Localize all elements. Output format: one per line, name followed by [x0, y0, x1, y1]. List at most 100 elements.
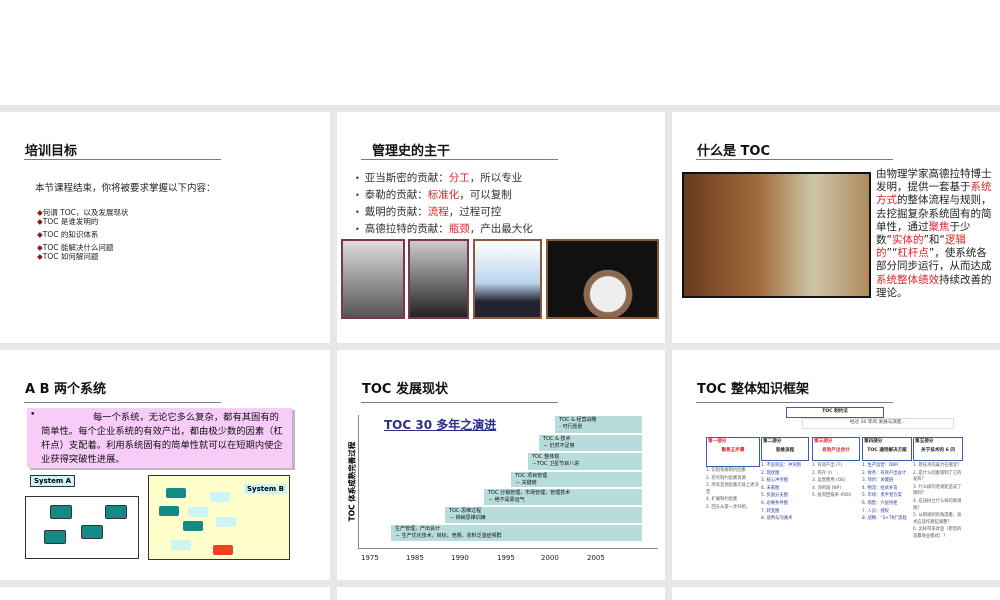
evolution-step: 生产管理，产出会计－ 生产优化技术，目标，竞赛，资料泛滥症候群 [390, 524, 643, 542]
title-divider [361, 402, 558, 403]
part-number: 第一部分 [708, 439, 727, 444]
year-tick-label: 1985 [406, 554, 424, 562]
objective-text: TOC 的知识体系 [42, 230, 99, 239]
photo-deming [473, 239, 542, 319]
part-item: 2. 现状图 [761, 470, 780, 476]
part-item: 2. 挖尽制约因素资源 [706, 475, 746, 481]
title-divider [24, 402, 221, 403]
objective-item: ◆TOC 能解决什么问题 [37, 243, 128, 252]
part-item: 4. 净利润 (NP) [812, 485, 841, 491]
part-item: 5. 从新规则的角度看，技术应该作哪些调整？ [913, 513, 962, 525]
part-item: 6. 销售：六层抗拒 [862, 500, 898, 506]
slide-title: 什么是 TOC [697, 144, 770, 159]
part-number: 第四部分 [864, 439, 883, 444]
part-item: 4. 应该树立什么样的新规则？ [913, 498, 962, 511]
contributor-text: 亚当斯密的贡献： [364, 172, 449, 184]
contribution-highlight: 标准化 [427, 189, 460, 201]
part-item: 5. 负面分支图 [761, 493, 788, 499]
framework-part-header: 第二部分 思维流程 [761, 437, 809, 461]
step-detail: － 钟納思維训練 [449, 515, 486, 521]
part-item: 6. 怎样带来改变（新型的双赢商业模式）? [913, 527, 962, 539]
part-item: 7. 人员：授权 [862, 508, 889, 514]
photo-taylor [408, 239, 469, 319]
bullet-icon: • [355, 191, 360, 200]
evolution-step: TOC & 经营战略 - 可行愿景 [554, 415, 643, 434]
slide-title: 培训目标 [25, 144, 78, 159]
contributor-text: 高德拉特的贡献： [364, 223, 449, 235]
objective-list: ◆何谓 TOC，以及发展现状 ◆TOC 是谁发明的 ◆TOC 的知识体系 ◆TOC 能… [37, 208, 128, 261]
contribution-highlight: 分工 [448, 172, 470, 184]
history-list: • 亚当斯密的贡献：分工，所以专业 • 泰勒的贡献：标准化，可以复制 • 戴明的贡献：流程… [355, 170, 533, 238]
part-item: 3. 项目：关键链 [862, 478, 894, 484]
evolution-step: TOC 项目管理－ 关键链 [510, 471, 643, 488]
history-item: • 泰勒的贡献：标准化，可以复制 [355, 187, 533, 204]
title-divider [696, 402, 893, 403]
part-item: 8. 谈判与沟通术 [761, 516, 793, 522]
x-axis [358, 548, 658, 549]
step-title: TOC 分销管理，市场管理，管理技术 [488, 490, 571, 496]
photo-adam-smith [341, 239, 405, 319]
intro-text: 本节课程结束，你将被要求掌握以下内容： [35, 183, 216, 194]
year-tick-label: 1990 [451, 554, 469, 562]
framework-part-header: 第三部分 有效产出会计 [812, 437, 860, 461]
contribution-highlight: 流程 [427, 206, 449, 218]
highlight-text: 聚焦 [928, 220, 950, 233]
part-item: 4. 物流：拉式补货 [862, 485, 898, 491]
bullet-icon: • [355, 208, 360, 217]
slide-thumbnail-8-partial[interactable] [337, 587, 665, 600]
part-number: 第三部分 [814, 439, 833, 444]
top-blank-area [0, 0, 1000, 105]
title-divider [361, 159, 558, 160]
part-item: 2. 库存 (I) [812, 470, 833, 476]
step-title: TOC & 技术 [543, 436, 571, 442]
part-item-list: 1. 不良效应：冲突图 2. 现状图 3. 核心冲突图 4. 未来图 5. 负面分支图 6… [761, 463, 809, 524]
part-item: 3. 核心冲突图 [761, 478, 788, 484]
system-a-diagram [25, 496, 139, 559]
slide-thumbnail-4[interactable]: A B 两个系统 • 每一个系统，无论它多么复杂，都有其固有的简单性。每个企业系统… [0, 350, 330, 580]
part-item: 5. 投资回报率 (ROI) [812, 493, 852, 499]
part-item: 6. 必要条件图 [761, 500, 788, 506]
contribution-result: ，所以专业 [469, 172, 523, 184]
part-item: 7. 转变图 [761, 508, 780, 514]
slide-thumbnail-3[interactable]: 什么是 TOC 由物理学家高德拉特博士发明，提供一套基于系统方式的整体流程与规则… [672, 112, 1000, 343]
step-title: TOC 思维过程 [449, 508, 482, 514]
slide-thumbnail-9-partial[interactable] [672, 587, 1000, 600]
step-title: TOC 项目管理 [515, 473, 548, 479]
toc-definition: 由物理学家高德拉特博士发明，提供一套基于系统方式的整体流程与规则，去挖掘复杂系统… [876, 168, 996, 300]
slide-title: TOC 发展现状 [362, 382, 448, 397]
slide-thumbnail-2[interactable]: 管理史的主干 • 亚当斯密的贡献：分工，所以专业 • 泰勒的贡献：标准化，可以复制 • 戴… [337, 112, 665, 343]
part-item-list: 1. 识别系统制约因素 2. 挖尽制约因素资源 3. 所有其他因素迁就上述决定 4. … [706, 468, 760, 513]
highlight-text: 杠杆点 [897, 247, 929, 260]
step-detail: － 绝不是靠运气 [488, 497, 525, 503]
highlight-text: 系统整体绩效 [876, 273, 939, 286]
contribution-highlight: 瓶颈 [448, 223, 470, 235]
root-box: TOC 制约法 [786, 407, 884, 418]
year-tick-label: 2005 [587, 554, 605, 562]
photo-meeting [682, 172, 871, 298]
contribution-result: ，产出最大化 [469, 223, 533, 235]
framework-part-header: 第一部分 聚焦五步骤 [706, 437, 760, 467]
part-item: 3. 所有其他因素迁就上述决定 [706, 483, 759, 495]
part-item: 3. 运营费用 (OE) [812, 478, 846, 484]
step-detail: － 仍然不足够 [543, 443, 575, 449]
evolution-step: TOC 思维过程－ 钟納思維训練 [444, 506, 643, 524]
objective-item: ◆TOC 的知识体系 [37, 230, 128, 239]
slide-thumbnail-5[interactable]: TOC 发展现状 TOC 30 多年之演进 TOC 体系成熟完善过程 生产管理，… [337, 350, 665, 580]
step-detail: －TOC 卫星节目八讲 [532, 461, 580, 467]
step-title: 生产管理，产出会计 [395, 526, 441, 532]
step-title: TOC 整体观 [532, 454, 560, 460]
bullet-icon: • [355, 174, 360, 183]
contributor-text: 戴明的贡献： [364, 206, 428, 218]
objective-text: 何谓 TOC，以及发展现状 [42, 208, 129, 217]
slide-thumbnail-6[interactable]: TOC 整体知识框架 TOC 制约法 经过 30 年的 发展与演变… 第一部分聚… [672, 350, 1000, 580]
part-item: 2. 财务：有效产出会计 [862, 470, 907, 476]
y-axis-label: TOC 体系成熟完善过程 [347, 441, 357, 522]
slide-thumbnail-7-partial[interactable] [0, 587, 330, 600]
slide-title: TOC 整体知识框架 [697, 382, 809, 397]
part-item: 1. 新技术的威力在哪里？ [913, 463, 962, 468]
evolution-step: TOC 分销管理，市场管理，管理技术－ 绝不是靠运气 [483, 488, 643, 506]
slide-thumbnail-1[interactable]: 培训目标 本节课程结束，你将被要求掌握以下内容： ◆何谓 TOC，以及发展现状 ◆… [0, 112, 330, 343]
year-tick-label: 1995 [497, 554, 515, 562]
part-item: 5. 回头从第一步开始。 [706, 504, 751, 510]
history-item: • 高德拉特的贡献：瓶颈，产出最大化 [355, 221, 533, 238]
